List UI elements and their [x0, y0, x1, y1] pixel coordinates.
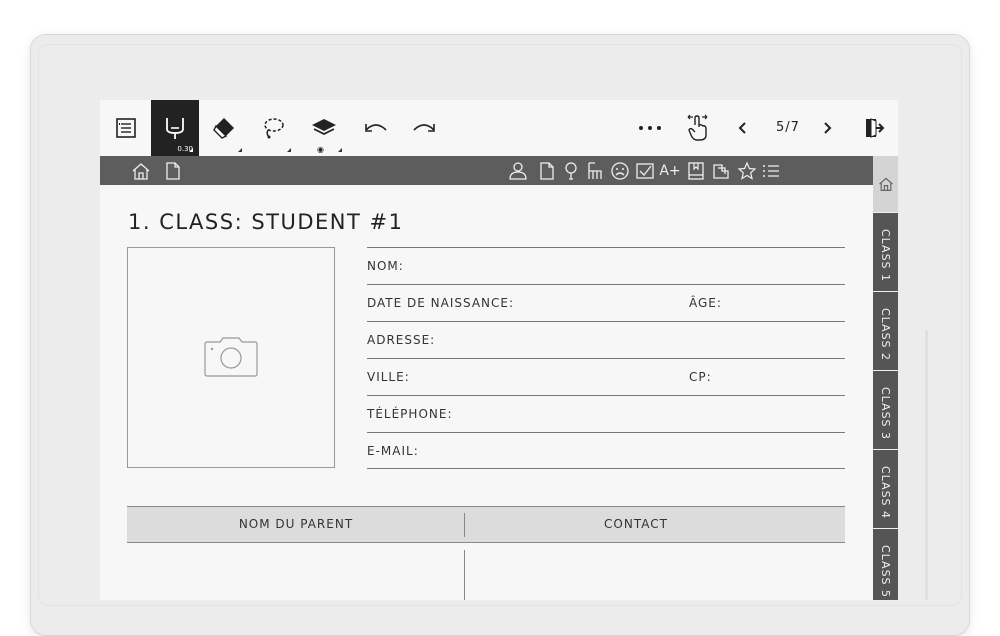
list-icon[interactable]: [760, 160, 782, 182]
field-label: VILLE:: [367, 370, 410, 384]
lasso-button[interactable]: [249, 100, 297, 156]
page-title: 1. CLASS: STUDENT #1: [128, 210, 404, 234]
field-label: ADRESSE:: [367, 333, 436, 347]
tab-class-1[interactable]: CLASS 1: [873, 212, 898, 298]
prev-page-button[interactable]: [718, 100, 766, 156]
column-header-contact: CONTACT: [604, 517, 668, 531]
field-adresse[interactable]: ADRESSE:: [367, 321, 845, 358]
tab-class-3[interactable]: CLASS 3: [873, 370, 898, 456]
more-button[interactable]: [626, 100, 674, 156]
layers-icon: [312, 119, 336, 136]
tab-class-2[interactable]: CLASS 2: [873, 291, 898, 377]
home-icon[interactable]: [130, 160, 152, 182]
home-icon: [878, 177, 893, 191]
field-label: TÉLÉPHONE:: [367, 407, 453, 421]
toolbar: 0.30 ◉ 5/7: [100, 100, 898, 156]
tab-label: CLASS 2: [879, 307, 893, 362]
document-icon[interactable]: [162, 160, 184, 182]
tab-label: CLASS 3: [879, 386, 893, 441]
exit-icon: [866, 118, 885, 138]
class-tabs: CLASS 1 CLASS 2 CLASS 3 CLASS 4 CLASS 5: [873, 156, 898, 600]
parent-table-divider: [464, 550, 465, 600]
bulb-icon[interactable]: [560, 160, 582, 182]
field-email[interactable]: E-MAIL:: [367, 432, 845, 469]
parent-table-header: NOM DU PARENT CONTACT: [127, 506, 845, 543]
pen-tool-button[interactable]: 0.30: [151, 100, 199, 156]
star-icon[interactable]: [736, 160, 758, 182]
eraser-options-indicator: [238, 148, 242, 152]
layers-button[interactable]: ◉: [300, 100, 348, 156]
screen: 0.30 ◉ 5/7 A+ CLASS 1 CLASS 2 CLASS 3 CL…: [100, 100, 898, 600]
field-nom[interactable]: NOM:: [367, 247, 845, 284]
column-divider: [464, 513, 465, 537]
grade-icon[interactable]: A+: [659, 160, 681, 182]
lasso-options-indicator: [287, 148, 291, 152]
list-icon[interactable]: [102, 100, 150, 156]
undo-button[interactable]: [352, 100, 400, 156]
column-header-parent-name: NOM DU PARENT: [238, 517, 354, 531]
checkbox-icon[interactable]: [634, 160, 656, 182]
tab-home[interactable]: [873, 156, 898, 212]
chevron-right-icon: [824, 122, 832, 134]
tab-label: CLASS 4: [879, 465, 893, 520]
field-label: NOM:: [367, 259, 404, 273]
navigation-bar: A+: [100, 156, 898, 185]
lasso-icon: [264, 118, 284, 139]
field-label-age: ÂGE:: [689, 296, 722, 310]
student-info-fields: NOM: DATE DE NAISSANCE: ÂGE: ADRESSE: VI…: [367, 247, 845, 469]
tab-class-5[interactable]: CLASS 5: [873, 528, 898, 600]
field-date-naissance[interactable]: DATE DE NAISSANCE: ÂGE:: [367, 284, 845, 321]
exit-button[interactable]: [850, 100, 898, 156]
book-icon[interactable]: [685, 160, 707, 182]
field-label-cp: CP:: [689, 370, 712, 384]
redo-button[interactable]: [400, 100, 448, 156]
undo-icon: [365, 124, 387, 132]
layers-options-indicator: [338, 148, 342, 152]
tab-class-4[interactable]: CLASS 4: [873, 449, 898, 535]
touch-gesture-icon: [687, 114, 708, 141]
sad-face-icon[interactable]: [609, 160, 631, 182]
field-telephone[interactable]: TÉLÉPHONE:: [367, 395, 845, 432]
redo-icon: [413, 124, 435, 132]
field-label: E-MAIL:: [367, 444, 419, 458]
chair-icon[interactable]: [584, 160, 606, 182]
next-page-button[interactable]: [804, 100, 852, 156]
field-label: DATE DE NAISSANCE:: [367, 296, 515, 310]
page-indicator[interactable]: 5/7: [768, 120, 808, 135]
eye-icon: ◉: [317, 145, 324, 154]
person-icon[interactable]: [507, 160, 529, 182]
touch-gesture-button[interactable]: [674, 100, 722, 156]
device-side-slot: [925, 330, 928, 600]
eraser-icon: [213, 118, 234, 139]
eraser-button[interactable]: [200, 100, 248, 156]
pen-icon: [166, 118, 184, 139]
pen-options-indicator: [189, 148, 193, 152]
student-photo-box[interactable]: [127, 247, 335, 468]
clipboard-icon[interactable]: [710, 160, 732, 182]
field-ville[interactable]: VILLE: CP:: [367, 358, 845, 395]
camera-icon: [204, 337, 258, 377]
tab-label: CLASS 1: [879, 228, 893, 283]
document-icon[interactable]: [536, 160, 558, 182]
tab-label: CLASS 5: [879, 544, 893, 599]
more-icon: [639, 126, 661, 130]
chevron-left-icon: [738, 122, 746, 134]
